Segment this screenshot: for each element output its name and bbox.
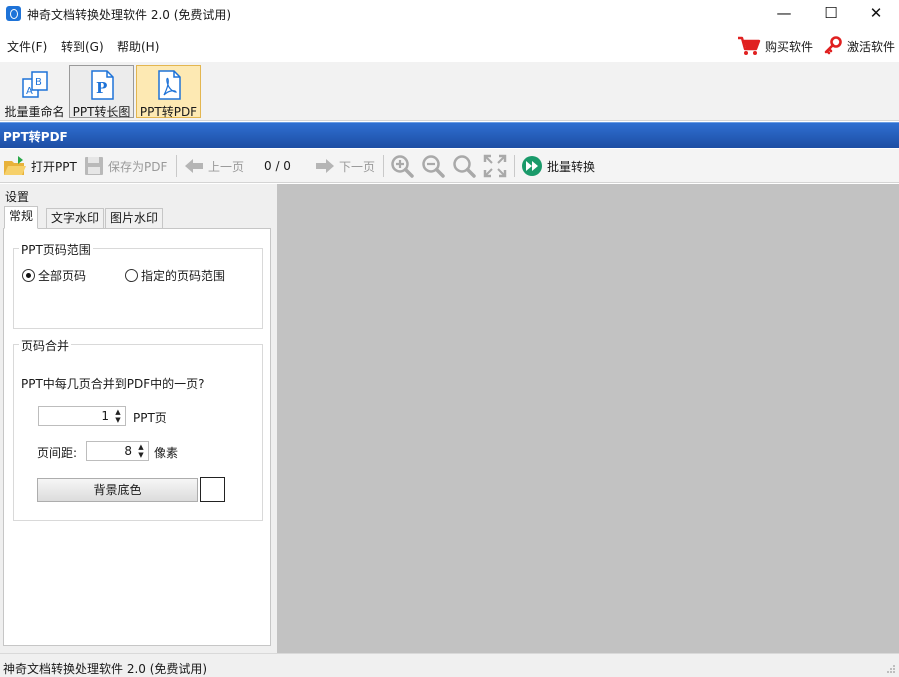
activate-software-button[interactable]: 激活软件 <box>823 36 895 56</box>
zoom-in-icon <box>391 155 414 178</box>
shopping-cart-icon <box>738 36 761 55</box>
key-icon <box>824 36 842 55</box>
svg-text:B: B <box>35 77 42 88</box>
page-range-title: PPT页码范围 <box>19 241 93 258</box>
page-spacing-stepper[interactable]: 8 ▲ ▼ <box>86 441 149 461</box>
ribbon-ppt-to-long-image[interactable]: P PPT转长图 <box>69 65 134 119</box>
rename-icon: A B <box>21 71 48 98</box>
title-bar: 神奇文档转换处理软件 2.0 (免费试用) — ☐ ✕ <box>0 0 899 28</box>
fast-forward-icon <box>522 156 542 176</box>
pages-per-sheet-value: 1 <box>101 409 109 423</box>
background-color-swatch[interactable] <box>200 477 225 502</box>
page-spacing-label: 页间距: <box>37 446 78 460</box>
resize-grip-icon[interactable] <box>886 664 896 674</box>
radio-custom-range-dot[interactable] <box>125 269 138 282</box>
fit-screen-button[interactable] <box>483 154 507 178</box>
next-page-button[interactable]: 下一页 <box>315 154 375 178</box>
module-title-bar: PPT转PDF <box>0 122 899 148</box>
radio-all-pages[interactable]: 全部页码 <box>22 267 86 284</box>
pages-per-sheet-stepper[interactable]: 1 ▲ ▼ <box>38 406 126 426</box>
activate-software-label: 激活软件 <box>847 39 896 54</box>
page-merge-title: 页码合并 <box>19 337 72 354</box>
ribbon-ppt-to-long-image-label: PPT转长图 <box>72 105 131 119</box>
tab-general[interactable]: 常规 <box>4 206 39 229</box>
pages-unit-label: PPT页 <box>133 411 167 425</box>
menu-help[interactable]: 帮助(H) <box>117 38 159 55</box>
prev-page-label: 上一页 <box>208 159 245 174</box>
status-bar: 神奇文档转换处理软件 2.0 (免费试用) <box>0 653 899 677</box>
tab-text-watermark[interactable]: 文字水印 <box>46 208 105 229</box>
settings-panel: 设置 常规 文字水印 图片水印 PPT页码范围 全部页码 指定的页码范围 页码合… <box>0 184 277 653</box>
fit-screen-icon <box>483 154 507 178</box>
toolbar: 打开PPT 保存为PDF 上一页 0 / 0 下一页 批量转换 <box>0 149 899 183</box>
toolbar-separator <box>514 155 515 177</box>
ppt-icon: P <box>90 70 114 100</box>
maximize-button[interactable]: ☐ <box>808 0 854 28</box>
ribbon-batch-rename-label: 批量重命名 <box>4 105 65 119</box>
merge-question: PPT中每几页合并到PDF中的一页? <box>21 377 205 391</box>
svg-text:P: P <box>96 79 107 97</box>
zoom-out-icon <box>422 155 445 178</box>
close-button[interactable]: ✕ <box>853 0 899 28</box>
toolbar-separator <box>383 155 384 177</box>
save-icon <box>85 157 103 175</box>
status-text: 神奇文档转换处理软件 2.0 (免费试用) <box>3 662 208 676</box>
menu-file[interactable]: 文件(F) <box>7 38 47 55</box>
svg-text:A: A <box>26 86 33 97</box>
module-title: PPT转PDF <box>3 130 68 144</box>
arrow-right-icon <box>316 159 334 173</box>
toolbar-separator <box>176 155 177 177</box>
zoom-in-button[interactable] <box>390 154 414 178</box>
spacing-unit-label: 像素 <box>154 446 179 460</box>
page-spacing-value: 8 <box>124 444 132 458</box>
arrow-left-icon <box>185 159 203 173</box>
ribbon-ppt-to-pdf-label: PPT转PDF <box>139 105 198 119</box>
page-counter: 0 / 0 <box>264 159 291 173</box>
stepper-arrows-icon[interactable]: ▲ ▼ <box>136 443 146 459</box>
preview-area[interactable] <box>277 184 899 653</box>
open-ppt-label: 打开PPT <box>31 159 77 174</box>
menu-bar: 文件(F) 转到(G) 帮助(H) 购买软件 激活软件 <box>0 28 899 62</box>
save-pdf-label: 保存为PDF <box>108 159 168 174</box>
next-page-label: 下一页 <box>339 159 376 174</box>
menu-goto[interactable]: 转到(G) <box>61 38 104 55</box>
open-folder-icon <box>4 156 26 175</box>
zoom-out-button[interactable] <box>421 154 445 178</box>
batch-convert-button[interactable]: 批量转换 <box>521 154 595 178</box>
window-title: 神奇文档转换处理软件 2.0 (免费试用) <box>27 8 232 22</box>
stepper-arrows-icon[interactable]: ▲ ▼ <box>113 408 123 424</box>
ribbon: A B 批量重命名 P PPT转长图 PPT转PDF <box>0 62 899 121</box>
ribbon-batch-rename[interactable]: A B 批量重命名 <box>2 65 67 119</box>
buy-software-label: 购买软件 <box>765 39 814 54</box>
batch-convert-label: 批量转换 <box>547 159 596 174</box>
zoom-actual-button[interactable] <box>452 154 476 178</box>
ribbon-ppt-to-pdf[interactable]: PPT转PDF <box>136 65 201 119</box>
app-logo-icon <box>6 6 21 21</box>
page-range-group: PPT页码范围 全部页码 指定的页码范围 <box>13 241 263 329</box>
buy-software-button[interactable]: 购买软件 <box>737 36 813 56</box>
radio-all-pages-label: 全部页码 <box>38 269 87 283</box>
general-tab-page: PPT页码范围 全部页码 指定的页码范围 页码合并 PPT中每几页合并到PDF中… <box>3 228 271 646</box>
background-color-button[interactable]: 背景底色 <box>37 478 198 502</box>
prev-page-button[interactable]: 上一页 <box>184 154 244 178</box>
save-pdf-button[interactable]: 保存为PDF <box>84 154 167 178</box>
settings-header: 设置 <box>5 190 30 204</box>
tab-image-watermark[interactable]: 图片水印 <box>105 208 164 229</box>
radio-custom-range-label: 指定的页码范围 <box>141 269 226 283</box>
radio-custom-range[interactable]: 指定的页码范围 <box>125 267 225 284</box>
pdf-icon <box>157 70 181 100</box>
open-ppt-button[interactable]: 打开PPT <box>3 154 77 178</box>
minimize-button[interactable]: — <box>761 0 807 28</box>
radio-all-pages-dot[interactable] <box>22 269 35 282</box>
page-merge-group: 页码合并 PPT中每几页合并到PDF中的一页? 1 ▲ ▼ PPT页 页间距: 8… <box>13 337 263 521</box>
magnifier-icon <box>453 155 476 178</box>
